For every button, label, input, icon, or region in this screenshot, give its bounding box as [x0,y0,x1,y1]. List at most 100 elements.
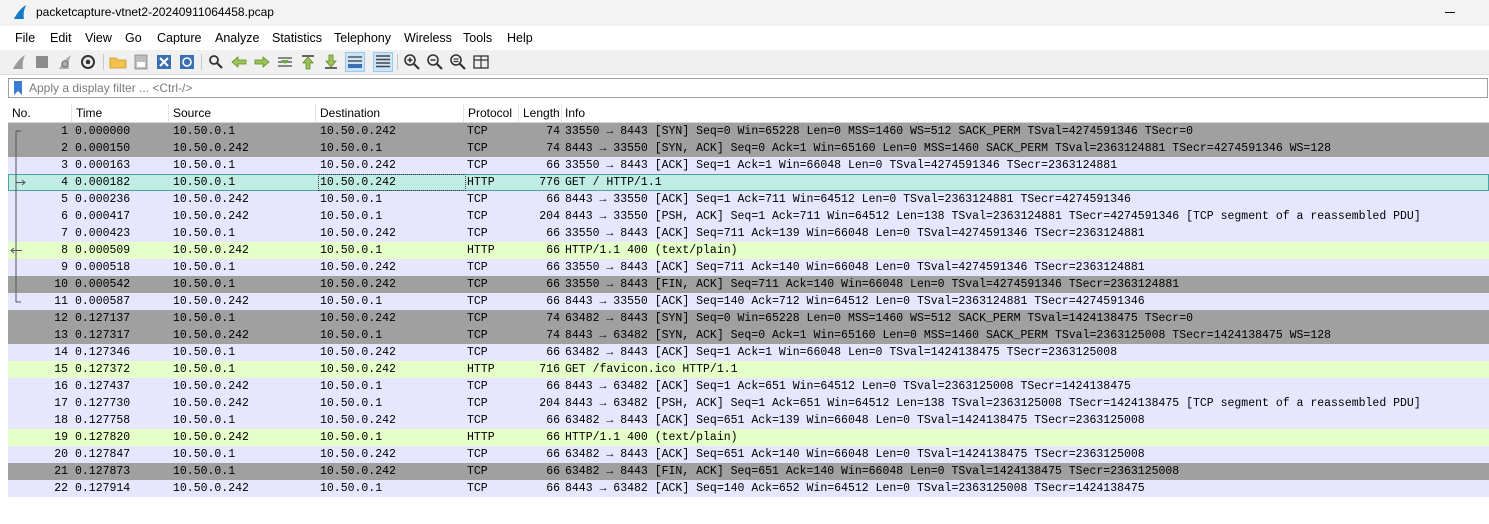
stop-square-icon[interactable] [33,53,51,71]
packet-protocol: TCP [467,448,488,461]
filter-bookmark-icon[interactable] [13,81,23,95]
packet-source: 10.50.0.1 [173,176,236,189]
packet-number: 5 [61,193,68,206]
table-row[interactable]: 20 0.127847 10.50.0.1 10.50.0.242 TCP 66 63482… [8,446,1489,463]
table-row[interactable]: 6 0.000417 10.50.0.242 10.50.0.1 TCP 204 8443 … [8,208,1489,225]
go-first-icon[interactable] [299,53,317,71]
table-row[interactable]: 1 0.000000 10.50.0.1 10.50.0.242 TCP 74 33550 … [8,123,1489,140]
packet-info: 8443 → 63482 [SYN, ACK] Seq=0 Ack=1 Win=… [565,329,1332,342]
table-row[interactable]: 18 0.127758 10.50.0.1 10.50.0.242 TCP 66 63482… [8,412,1489,429]
toolbar-separator [201,54,202,70]
column-divider[interactable] [315,104,316,122]
menu-tools[interactable]: Tools [463,31,492,45]
column-divider[interactable] [518,104,519,122]
table-row[interactable]: 19 0.127820 10.50.0.242 10.50.0.1 HTTP 66 HTTP… [8,429,1489,446]
packet-number: 22 [54,482,68,495]
packet-info: 8443 → 63482 [PSH, ACK] Seq=1 Ack=651 Wi… [565,397,1421,410]
column-divider[interactable] [168,104,169,122]
table-row[interactable]: 15 0.127372 10.50.0.1 10.50.0.242 HTTP 716 GET… [8,361,1489,378]
resize-columns-icon[interactable] [472,53,490,71]
shark-fin-restart-icon[interactable] [56,53,74,71]
packet-destination: 10.50.0.1 [320,295,383,308]
column-header-length[interactable]: Length [523,106,559,122]
packet-length: 74 [546,329,560,342]
table-row[interactable]: 11 0.000587 10.50.0.242 10.50.0.1 TCP 66 8443 … [8,293,1489,310]
title-bar: packetcapture-vtnet2-20240911064458.pcap [0,0,1489,26]
column-header-no[interactable]: No. [12,106,70,122]
autoscroll-icon[interactable] [345,52,365,72]
table-row[interactable]: 22 0.127914 10.50.0.242 10.50.0.1 TCP 66 8443 … [8,480,1489,497]
go-to-packet-icon[interactable] [276,53,294,71]
menu-go[interactable]: Go [125,31,142,45]
menu-statistics[interactable]: Statistics [272,31,322,45]
colorize-icon[interactable] [373,52,393,72]
reload-file-icon[interactable] [178,53,196,71]
packet-protocol: HTTP [467,431,495,444]
close-file-icon[interactable] [155,53,173,71]
minimize-button[interactable] [1439,2,1461,22]
column-header-protocol[interactable]: Protocol [468,106,516,122]
menu-edit[interactable]: Edit [50,31,72,45]
packet-info: HTTP/1.1 400 (text/plain) [565,244,738,257]
capture-options-gear-icon[interactable] [79,53,97,71]
packet-destination: 10.50.0.1 [320,329,383,342]
zoom-normal-icon[interactable] [449,53,467,71]
column-header-source[interactable]: Source [173,106,313,122]
table-row[interactable]: 16 0.127437 10.50.0.242 10.50.0.1 TCP 66 8443 … [8,378,1489,395]
column-divider[interactable] [71,104,72,122]
packet-number: 2 [61,142,68,155]
column-divider[interactable] [463,104,464,122]
column-header-time[interactable]: Time [76,106,166,122]
display-filter-input[interactable] [29,79,1469,97]
menu-help[interactable]: Help [507,31,533,45]
packet-length: 66 [546,414,560,427]
zoom-out-icon[interactable] [426,53,444,71]
table-row[interactable]: 21 0.127873 10.50.0.1 10.50.0.242 TCP 66 63482… [8,463,1489,480]
table-row-selected[interactable]: 4 0.000182 10.50.0.1 10.50.0.242 HTTP 776 GET … [8,174,1489,191]
packet-time: 0.127346 [75,346,131,359]
menu-file[interactable]: File [15,31,35,45]
table-row[interactable]: 8 0.000509 10.50.0.242 10.50.0.1 HTTP 66 HTTP/… [8,242,1489,259]
column-header-destination[interactable]: Destination [320,106,460,122]
column-header-info[interactable]: Info [565,106,665,122]
packet-source: 10.50.0.1 [173,278,236,291]
column-divider[interactable] [561,104,562,122]
display-filter-bar [8,78,1488,98]
menu-telephony[interactable]: Telephony [334,31,391,45]
packet-source: 10.50.0.1 [173,465,236,478]
menu-capture[interactable]: Capture [157,31,201,45]
packet-source: 10.50.0.242 [173,244,249,257]
menu-analyze[interactable]: Analyze [215,31,259,45]
find-packet-icon[interactable] [207,53,225,71]
save-file-icon[interactable] [132,53,150,71]
packet-source: 10.50.0.1 [173,227,236,240]
packet-time: 0.000000 [75,125,131,138]
table-row[interactable]: 2 0.000150 10.50.0.242 10.50.0.1 TCP 74 8443 →… [8,140,1489,157]
table-row[interactable]: 14 0.127346 10.50.0.1 10.50.0.242 TCP 66 63482… [8,344,1489,361]
menu-wireless[interactable]: Wireless [404,31,452,45]
menu-bar: File Edit View Go Capture Analyze Statis… [0,28,1489,48]
packet-info: 33550 → 8443 [ACK] Seq=1 Ack=1 Win=66048… [565,159,1118,172]
table-row[interactable]: 13 0.127317 10.50.0.242 10.50.0.1 TCP 74 8443 … [8,327,1489,344]
packet-protocol: TCP [467,227,488,240]
packet-number: 9 [61,261,68,274]
table-row[interactable]: 10 0.000542 10.50.0.1 10.50.0.242 TCP 66 33550… [8,276,1489,293]
menu-view[interactable]: View [85,31,112,45]
table-row[interactable]: 5 0.000236 10.50.0.242 10.50.0.1 TCP 66 8443 →… [8,191,1489,208]
open-folder-icon[interactable] [109,53,127,71]
shark-fin-start-icon[interactable] [10,53,28,71]
table-row[interactable]: 7 0.000423 10.50.0.1 10.50.0.242 TCP 66 33550 … [8,225,1489,242]
table-row[interactable]: 12 0.127137 10.50.0.1 10.50.0.242 TCP 74 63482… [8,310,1489,327]
packet-source: 10.50.0.242 [173,295,249,308]
go-last-icon[interactable] [322,53,340,71]
packet-info: 33550 → 8443 [ACK] Seq=711 Ack=139 Win=6… [565,227,1145,240]
zoom-in-icon[interactable] [403,53,421,71]
packet-time: 0.000518 [75,261,131,274]
packet-list-header: No. Time Source Destination Protocol Len… [8,104,1489,123]
table-row[interactable]: 3 0.000163 10.50.0.1 10.50.0.242 TCP 66 33550 … [8,157,1489,174]
packet-time: 0.127758 [75,414,131,427]
table-row[interactable]: 9 0.000518 10.50.0.1 10.50.0.242 TCP 66 33550 … [8,259,1489,276]
go-forward-icon[interactable] [253,53,271,71]
table-row[interactable]: 17 0.127730 10.50.0.242 10.50.0.1 TCP 204 8443… [8,395,1489,412]
go-back-icon[interactable] [230,53,248,71]
